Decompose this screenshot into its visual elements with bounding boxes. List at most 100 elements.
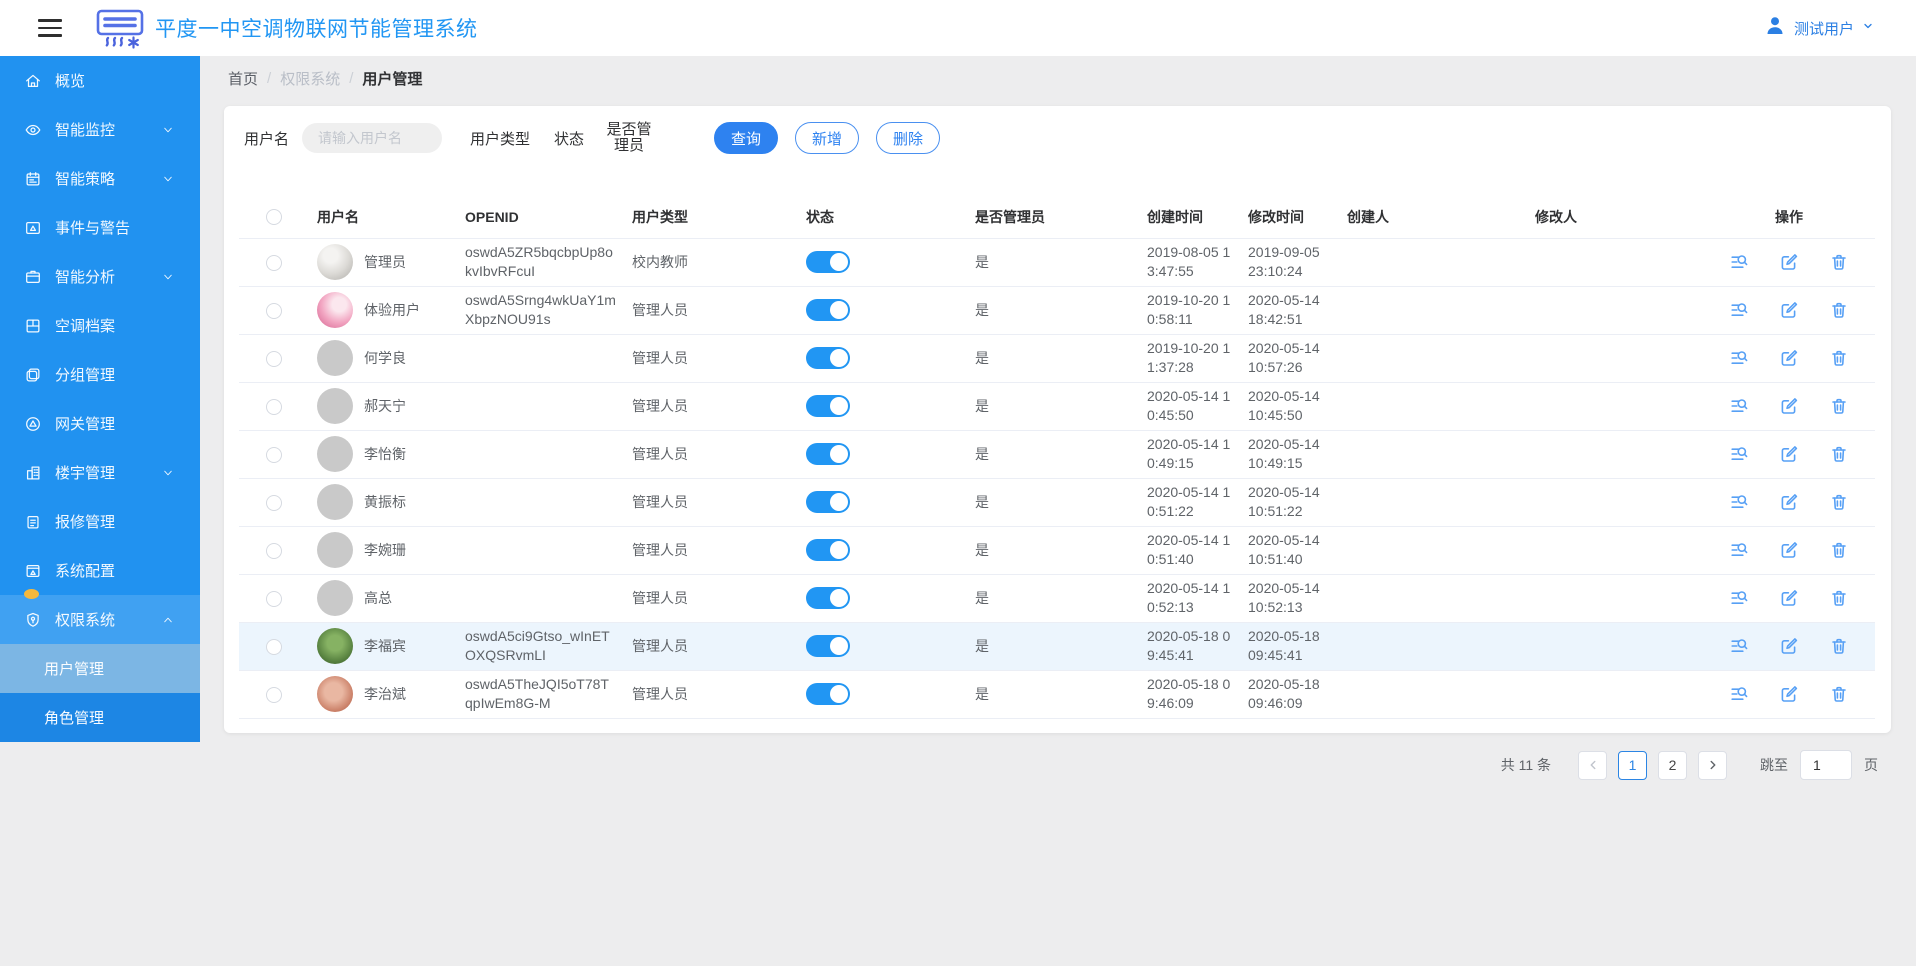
row-select-radio[interactable]	[266, 302, 282, 319]
page-button-2[interactable]: 2	[1658, 750, 1687, 780]
created-cell: 2020-05-14 10:51:22	[1139, 478, 1240, 527]
edit-button[interactable]	[1779, 300, 1799, 320]
sidebar-item-building[interactable]: 楼宇管理	[0, 448, 200, 497]
table-row[interactable]: 高总 管理人员是 2020-05-14 10:52:13 2020-05-14 10:…	[239, 574, 1875, 623]
chevron-down-icon	[162, 173, 174, 185]
chevron-up-icon	[162, 614, 174, 626]
next-page-button[interactable]	[1698, 750, 1727, 780]
row-select-radio[interactable]	[266, 542, 282, 559]
table-row[interactable]: 体验用户 oswdA5Srng4wkUaY1mXbpzNOU91s 管理人员 是 201…	[239, 286, 1875, 335]
menu-toggle-icon[interactable]	[38, 19, 62, 37]
usertype-cell: 管理人员	[624, 334, 798, 383]
row-select-radio[interactable]	[266, 494, 282, 511]
row-select-radio[interactable]	[266, 638, 282, 655]
breadcrumb-item[interactable]: 首页	[228, 68, 258, 89]
user-menu[interactable]: 测试用户	[1764, 0, 1874, 56]
select-all-radio[interactable]	[266, 209, 282, 226]
view-detail-button[interactable]	[1729, 492, 1749, 512]
view-detail-button[interactable]	[1729, 540, 1749, 560]
status-toggle[interactable]	[806, 251, 850, 273]
row-select-radio[interactable]	[266, 254, 282, 271]
row-select-radio[interactable]	[266, 350, 282, 367]
status-toggle[interactable]	[806, 635, 850, 657]
status-toggle[interactable]	[806, 299, 850, 321]
breadcrumb-item[interactable]: 权限系统	[280, 68, 340, 89]
content-card: 用户名 用户类型 状态 是否管理员 查询 新增 删除 用户名OPENID用户类型…	[224, 106, 1891, 733]
table-row[interactable]: 管理员 oswdA5ZR5bqcbpUp8okvIbvRFcuI 校内教师是 2019…	[239, 238, 1875, 287]
status-toggle[interactable]	[806, 443, 850, 465]
edit-button[interactable]	[1779, 636, 1799, 656]
view-detail-button[interactable]	[1729, 684, 1749, 704]
page-button-1[interactable]: 1	[1618, 750, 1647, 780]
sidebar-item-config[interactable]: 系统配置	[0, 546, 200, 599]
modifier-cell	[1527, 478, 1703, 527]
view-detail-button[interactable]	[1729, 300, 1749, 320]
prev-page-button[interactable]	[1578, 750, 1607, 780]
sidebar-item-alert[interactable]: 事件与警告	[0, 203, 200, 252]
status-toggle[interactable]	[806, 491, 850, 513]
delete-button[interactable]	[1829, 348, 1849, 368]
delete-button[interactable]	[1829, 252, 1849, 272]
sidebar-item-strategy[interactable]: 智能策略	[0, 154, 200, 203]
edit-button[interactable]	[1779, 252, 1799, 272]
view-detail-button[interactable]	[1729, 588, 1749, 608]
edit-button[interactable]	[1779, 492, 1799, 512]
edit-button[interactable]	[1779, 444, 1799, 464]
is-admin-cell: 是	[967, 430, 1139, 479]
delete-button[interactable]	[1829, 684, 1849, 704]
page-unit-label: 页	[1864, 757, 1878, 773]
delete-button[interactable]	[1829, 300, 1849, 320]
row-select-radio[interactable]	[266, 590, 282, 607]
user-name-cell: 管理员	[364, 253, 406, 270]
row-select-radio[interactable]	[266, 446, 282, 463]
view-detail-button[interactable]	[1729, 252, 1749, 272]
delete-button[interactable]	[1829, 444, 1849, 464]
sidebar-item-analysis[interactable]: 智能分析	[0, 252, 200, 301]
usertype-filter-label: 用户类型	[470, 130, 531, 148]
table-row[interactable]: 李婉珊 管理人员是 2020-05-14 10:51:40 2020-05-14 10…	[239, 526, 1875, 575]
search-button[interactable]: 查询	[714, 122, 779, 154]
status-toggle[interactable]	[806, 539, 850, 561]
sidebar-item-repair[interactable]: 报修管理	[0, 497, 200, 546]
username-input[interactable]	[302, 123, 443, 153]
sidebar-subitem-item[interactable]: 角色管理	[0, 693, 200, 742]
delete-button[interactable]	[1829, 492, 1849, 512]
delete-button[interactable]	[1829, 396, 1849, 416]
sidebar-item-home[interactable]: 概览	[0, 56, 200, 105]
row-select-radio[interactable]	[266, 686, 282, 703]
edit-button[interactable]	[1779, 540, 1799, 560]
table-row[interactable]: 何学良 管理人员 是 2019-10-20 11:37:28 2020-05-14 10…	[239, 334, 1875, 383]
sidebar-subitem-active[interactable]: 用户管理	[0, 644, 200, 693]
sidebar-item-permission[interactable]: 权限系统	[0, 595, 200, 644]
view-detail-button[interactable]	[1729, 444, 1749, 464]
delete-button[interactable]	[1829, 540, 1849, 560]
edit-button[interactable]	[1779, 588, 1799, 608]
usertype-cell: 管理人员	[624, 430, 798, 479]
row-select-radio[interactable]	[266, 398, 282, 415]
edit-button[interactable]	[1779, 348, 1799, 368]
openid-cell	[457, 430, 624, 479]
status-toggle[interactable]	[806, 587, 850, 609]
table-row[interactable]: 郝天宁 管理人员是 2020-05-14 10:45:50 2020-05-14 10…	[239, 382, 1875, 431]
sidebar-item-eye[interactable]: 智能监控	[0, 105, 200, 154]
delete-button[interactable]	[1829, 588, 1849, 608]
view-detail-button[interactable]	[1729, 396, 1749, 416]
table-row[interactable]: 黄振标 管理人员是 2020-05-14 10:51:22 2020-05-14 10…	[239, 478, 1875, 527]
table-row[interactable]: 李治斌 oswdA5TheJQI5oT78TqpIwEm8G-M 管理人员是 2020…	[239, 670, 1875, 719]
edit-button[interactable]	[1779, 396, 1799, 416]
view-detail-button[interactable]	[1729, 348, 1749, 368]
status-toggle[interactable]	[806, 395, 850, 417]
sidebar-item-archive[interactable]: 空调档案	[0, 301, 200, 350]
sidebar-item-group[interactable]: 分组管理	[0, 350, 200, 399]
status-toggle[interactable]	[806, 683, 850, 705]
status-toggle[interactable]	[806, 347, 850, 369]
add-button[interactable]: 新增	[795, 122, 860, 154]
delete-button[interactable]	[1829, 636, 1849, 656]
edit-button[interactable]	[1779, 684, 1799, 704]
table-row[interactable]: 李怡衡 管理人员是 2020-05-14 10:49:15 2020-05-14 10…	[239, 430, 1875, 479]
jump-page-input[interactable]	[1800, 750, 1852, 780]
table-row[interactable]: 李福宾 oswdA5ci9Gtso_wInETOXQSRvmLI 管理人员是 2020…	[239, 622, 1875, 671]
delete-button[interactable]: 删除	[876, 122, 941, 154]
sidebar-item-gateway[interactable]: 网关管理	[0, 399, 200, 448]
view-detail-button[interactable]	[1729, 636, 1749, 656]
